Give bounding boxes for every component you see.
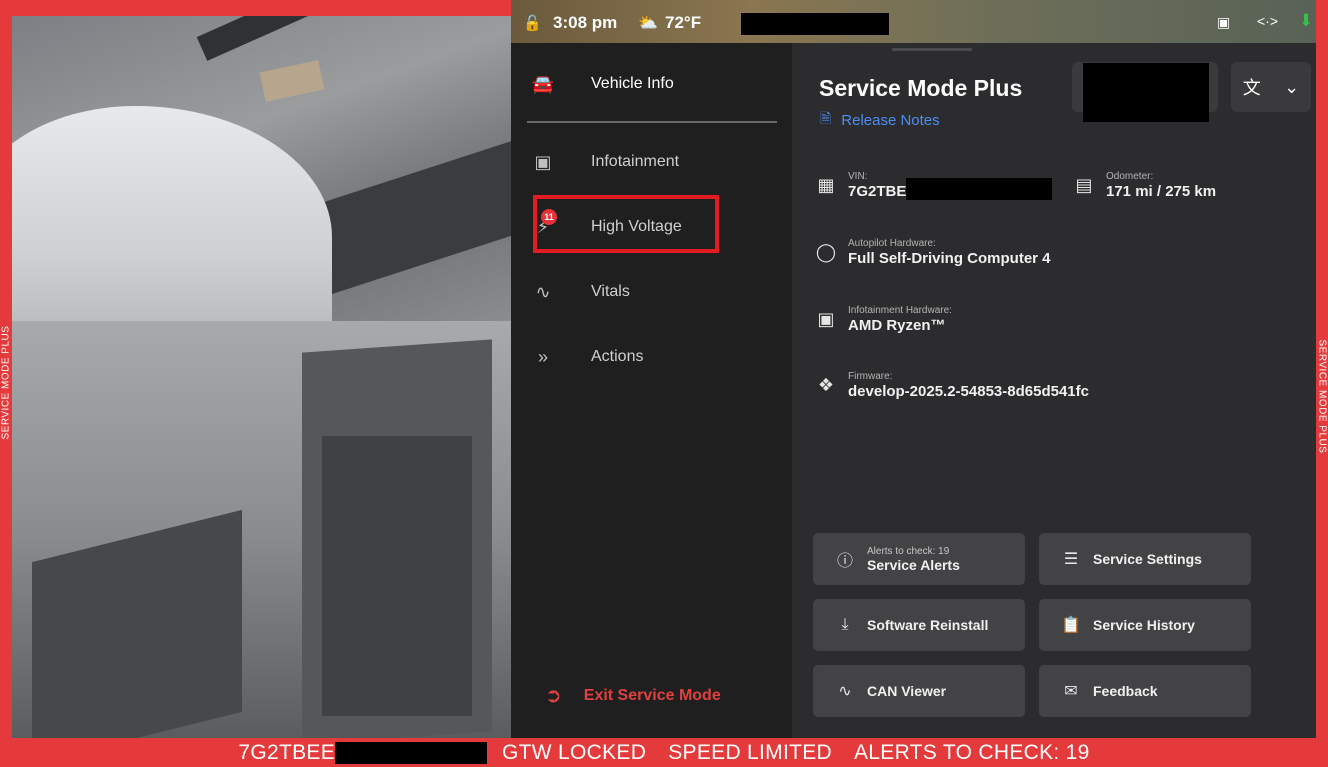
translate-icon: 文 [1242, 78, 1261, 98]
autopilot-info: ◯ Autopilot Hardware: Full Self-Driving … [814, 238, 1051, 267]
release-notes-link[interactable]: 🗎 Release Notes [820, 108, 940, 132]
ruler-icon: ▤ [1075, 175, 1093, 195]
frame-right-label: SERVICE MODE PLUS [1316, 339, 1328, 454]
redacted-block [906, 178, 1052, 200]
chevron-down-icon: ⌄ [1284, 76, 1300, 97]
sidebar-item-infotainment[interactable]: ▣ Infotainment [527, 139, 777, 185]
frame-left-label: SERVICE MODE PLUS [0, 325, 12, 440]
language-selector[interactable]: 文 ⌄ [1231, 62, 1311, 112]
exit-service-mode-button[interactable]: ➲ Exit Service Mode [545, 683, 721, 708]
infotainment-info: ▣ Infotainment Hardware: AMD Ryzen™ [814, 305, 952, 334]
double-chevron-icon: » [537, 346, 548, 367]
camera-view [12, 16, 511, 738]
autopilot-value: Full Self-Driving Computer 4 [848, 250, 1051, 267]
main-panel: Service Mode Plus 🗎 Release Notes 文 ⌄ ▦ … [792, 43, 1316, 738]
sidebar-item-actions[interactable]: » Actions [527, 334, 777, 380]
autopilot-label: Autopilot Hardware: [848, 238, 936, 249]
document-icon: 🗎 [820, 110, 832, 126]
infotainment-value: AMD Ryzen™ [848, 317, 946, 334]
pulse-icon: ∿ [535, 281, 551, 302]
download-icon: ⤓ [841, 616, 849, 633]
sidebar-item-label: Vitals [591, 283, 630, 300]
can-viewer-button[interactable]: ∿ CAN Viewer [813, 665, 1025, 717]
alerts-count-label: Alerts to check: 19 [867, 545, 950, 557]
sidebar-item-vehicle-info[interactable]: 🚘 Vehicle Info [527, 61, 777, 107]
envelope-icon: ✉ [1064, 683, 1078, 700]
odometer-label: Odometer: [1106, 171, 1154, 182]
exit-icon: ➲ [545, 685, 562, 707]
odometer-info: ▤ Odometer: 171 mi / 275 km [1072, 171, 1216, 200]
alerts-status: ALERTS TO CHECK: 19 [854, 740, 1090, 764]
qr-code-icon: ▦ [817, 175, 835, 195]
release-notes-label: Release Notes [841, 111, 940, 129]
firmware-label: Firmware: [848, 371, 893, 382]
service-history-button[interactable]: 📋 Service History [1039, 599, 1251, 651]
top-status-bar: 🔓 3:08 pm ⛅ 72°F ▣ <·> ⬇ [511, 0, 1316, 43]
code-icon[interactable]: <·> [1257, 13, 1278, 29]
sidebar-nav: 🚘 Vehicle Info ▣ Infotainment ⚡ 11 High V… [511, 43, 792, 738]
download-icon[interactable]: ⬇ [1299, 11, 1313, 31]
sliders-icon: ☰ [1063, 551, 1079, 568]
dashcam-icon[interactable]: ▣ [1217, 14, 1230, 31]
software-reinstall-button[interactable]: ⤓ Software Reinstall [813, 599, 1025, 651]
gtw-status: GTW LOCKED [502, 740, 647, 764]
vin-value: 7G2TBE [848, 183, 907, 200]
redacted-block [335, 741, 488, 764]
camera-door-inner [322, 436, 472, 716]
chip-icon: ▣ [817, 309, 835, 329]
bottom-vin: 7G2TBEE [238, 740, 336, 764]
vin-info: ▦ VIN: 7G2TBE [814, 171, 906, 200]
highlight-box [533, 195, 719, 253]
sidebar-item-label: Infotainment [591, 153, 680, 170]
temperature: 72°F [665, 13, 702, 32]
sidebar-item-label: Actions [591, 348, 644, 365]
calendar-clock-icon: 📋 [1061, 617, 1081, 634]
feedback-button[interactable]: ✉ Feedback [1039, 665, 1251, 717]
redacted-block [1083, 63, 1209, 122]
exit-service-mode-label: Exit Service Mode [583, 686, 721, 704]
firmware-value: develop-2025.2-54853-8d65d541fc [848, 383, 1089, 400]
sidebar-item-label: Vehicle Info [591, 75, 674, 92]
service-history-label: Service History [1093, 617, 1195, 633]
clock: 3:08 pm [553, 13, 618, 32]
firmware-info: ❖ Firmware: develop-2025.2-54853-8d65d54… [814, 371, 1089, 400]
nav-divider [527, 121, 777, 123]
redacted-block [741, 13, 889, 35]
service-settings-label: Service Settings [1093, 551, 1202, 567]
speed-status: SPEED LIMITED [668, 740, 832, 764]
vin-label: VIN: [848, 171, 868, 182]
steering-wheel-icon: ◯ [815, 242, 837, 262]
drag-handle[interactable] [892, 48, 972, 51]
bottom-status-bar: 7G2TBEE GTW LOCKED SPEED LIMITED ALERTS … [0, 738, 1328, 767]
alert-circle-icon: ⓘ [836, 553, 853, 570]
pulse-icon: ∿ [838, 683, 852, 700]
software-reinstall-label: Software Reinstall [867, 617, 989, 633]
cloud-sun-icon: ⛅ [638, 15, 658, 32]
service-alerts-button[interactable]: ⓘ Alerts to check: 19 Service Alerts [813, 533, 1025, 585]
can-viewer-label: CAN Viewer [867, 683, 947, 699]
chip-icon: ▣ [534, 151, 552, 172]
sidebar-item-vitals[interactable]: ∿ Vitals [527, 269, 777, 315]
feedback-label: Feedback [1093, 683, 1158, 699]
unlock-icon[interactable]: 🔓 [523, 14, 542, 32]
service-alerts-label: Service Alerts [867, 556, 960, 573]
firmware-icon: ❖ [817, 375, 835, 395]
car-icon: 🚘 [531, 73, 555, 94]
page-title: Service Mode Plus [819, 75, 1023, 101]
odometer-value: 171 mi / 275 km [1106, 183, 1217, 200]
infotainment-label: Infotainment Hardware: [848, 305, 952, 316]
service-settings-button[interactable]: ☰ Service Settings [1039, 533, 1251, 585]
